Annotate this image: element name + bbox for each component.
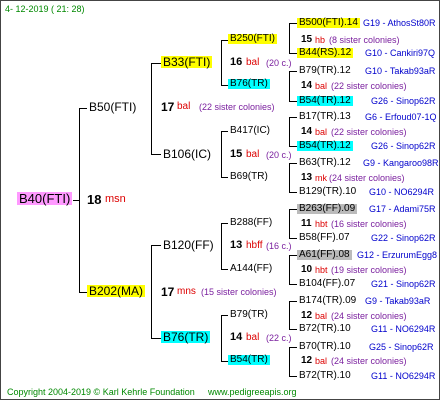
gen4-origin: G25 - Sinop62R (369, 342, 434, 352)
gen2-count: 15 (230, 148, 243, 160)
gen2-count: 16 (230, 56, 243, 68)
gen2-type: bal (246, 332, 260, 343)
gen3-queen-label: A144(FF) (230, 263, 273, 274)
gen3-type: bal (315, 127, 328, 137)
gen2-type: bal (246, 57, 260, 68)
gen1-sisters: (15 sister colonies) (201, 287, 277, 297)
gen3-sisters: (16 sister colonies) (331, 219, 407, 229)
gen2-queen-label: B76(TR) (161, 330, 211, 344)
gen1-type: mns (177, 286, 196, 297)
gen1-count: 17 (161, 100, 175, 114)
gen2-sisters: (20 c.) (266, 58, 292, 68)
gen3-sisters: (8 sister colonies) (329, 35, 400, 45)
gen3-type: bal (315, 311, 328, 321)
gen3-count: 15 (301, 34, 313, 45)
gen3-sisters: (19 sister colonies) (331, 265, 407, 275)
gen4-queen-label: B174(TR).09 (299, 295, 357, 306)
gen3-queen-label: B79(TR) (230, 309, 268, 320)
gen3-type: hbt (315, 219, 328, 229)
gen1-queen-label: B202(MA) (87, 284, 146, 298)
gen4-queen-label: A61(FF).08 (297, 249, 352, 260)
gen2-queen-label: B33(FTI) (161, 55, 213, 69)
pedigree-frame: 4- 12-2019 ( 21: 28) B40(FTI) 18 msn B50… (0, 0, 440, 400)
gen3-queen-label: B69(TR) (230, 171, 268, 182)
date-stamp: 4- 12-2019 ( 21: 28) (5, 4, 85, 14)
gen3-sisters: (22 sister colonies) (331, 127, 407, 137)
gen4-queen-label: B72(TR).10 (299, 323, 351, 334)
gen4-origin: G26 - Sinop62R (371, 141, 436, 151)
gen4-origin: G9 - Takab93aR (365, 296, 431, 306)
gen4-queen-label: B54(TR).12 (297, 95, 353, 106)
gen4-origin: G10 - Takab93aR (365, 66, 436, 76)
gen4-queen-label: B263(FF).09 (297, 203, 358, 214)
gen1-sisters: (22 sister colonies) (199, 102, 275, 112)
footer-copyright: Copyright 2004-2019 © Karl Kehrle Founda… (7, 387, 195, 397)
gen3-count: 14 (301, 126, 313, 137)
root-count: 18 (87, 192, 102, 207)
gen4-queen-label: B129(TR).10 (299, 186, 357, 197)
gen4-origin: G21 - Sinop62R (371, 279, 436, 289)
gen4-queen-label: B72(TR).10 (299, 370, 351, 381)
gen4-origin: G11 - NO6294R (371, 324, 436, 334)
gen2-count: 14 (230, 331, 243, 343)
gen2-sisters: (20 c.) (266, 150, 292, 160)
gen2-sisters: (16 c.) (266, 241, 292, 251)
gen3-type: bal (315, 356, 328, 366)
gen2-sisters: (22 c.) (266, 333, 292, 343)
gen3-count: 12 (301, 310, 313, 321)
gen3-sisters: (22 sister colonies) (331, 81, 407, 91)
gen1-count: 17 (161, 285, 175, 299)
gen4-queen-label: B44(RS).12 (297, 47, 354, 58)
gen4-origin: G10 - Cankiri97Q (365, 48, 436, 58)
gen3-queen-label: B288(FF) (230, 217, 273, 228)
gen4-queen-label: B79(TR).12 (299, 65, 351, 76)
gen1-type: bal (177, 101, 191, 112)
gen4-queen-label: B500(FTI).14 (297, 17, 360, 28)
gen2-queen-label: B120(FF) (163, 238, 214, 252)
root-type: msn (105, 193, 126, 205)
gen4-queen-label: B54(TR).12 (297, 140, 353, 151)
gen4-origin: G6 - Erfoud07-1Q (365, 112, 437, 122)
gen2-type: hbff (246, 240, 263, 251)
gen4-origin: G22 - Sinop62R (371, 233, 436, 243)
gen3-type: bal (315, 81, 328, 91)
gen3-count: 11 (301, 218, 312, 229)
footer-site-link[interactable]: www.pedigreeapis.org (208, 388, 297, 397)
gen4-queen-label: B58(FF).07 (299, 232, 350, 243)
gen4-origin: G26 - Sinop62R (371, 96, 436, 106)
gen4-queen-label: B63(TR).12 (299, 157, 351, 168)
gen3-sisters: (24 sister colonies) (331, 311, 407, 321)
gen1-queen-label: B50(FTI) (89, 100, 137, 114)
gen4-origin: G12 - ErzurumEgg8 (357, 250, 438, 260)
gen4-origin: G17 - Adami75R (369, 204, 436, 214)
gen3-type: hb (315, 35, 326, 45)
gen3-count: 10 (301, 264, 313, 275)
gen3-type: hbt (315, 265, 328, 275)
root-queen-label: B40(FTI) (17, 191, 73, 206)
gen4-origin: G11 - NO6294R (371, 371, 436, 381)
gen2-queen-label: B106(IC) (163, 147, 212, 161)
gen2-type: bal (246, 149, 260, 160)
gen3-count: 12 (301, 355, 313, 366)
gen4-origin: G9 - Kangaroo98R (363, 158, 439, 168)
gen3-sisters: (24 sister colonies) (329, 173, 405, 183)
gen3-type: mk (315, 173, 327, 183)
gen4-queen-label: B104(FF).07 (299, 278, 356, 289)
gen3-queen-label: B54(TR) (228, 354, 270, 365)
gen4-origin: G10 - NO6294R (369, 187, 435, 197)
gen3-count: 14 (301, 80, 313, 91)
gen2-count: 13 (230, 239, 243, 251)
gen4-origin: G19 - AthosSt80R (363, 18, 436, 28)
gen3-queen-label: B250(FTI) (228, 33, 278, 44)
gen3-count: 13 (301, 172, 313, 183)
gen4-queen-label: B17(TR).13 (299, 111, 351, 122)
gen3-sisters: (24 sister colonies) (331, 356, 407, 366)
gen3-queen-label: B417(IC) (230, 125, 271, 136)
gen4-queen-label: B70(TR).10 (299, 341, 351, 352)
gen3-queen-label: B76(TR) (228, 78, 270, 89)
